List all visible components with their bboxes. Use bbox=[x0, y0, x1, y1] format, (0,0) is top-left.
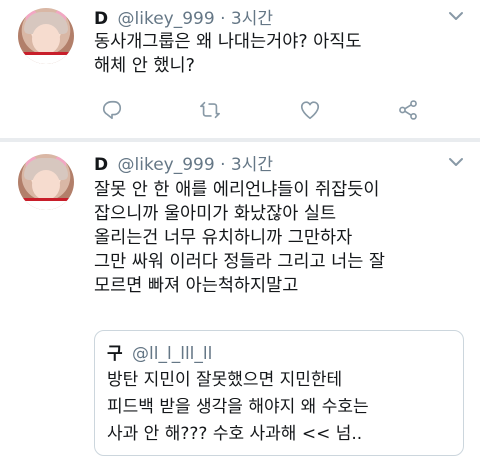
retweet-icon[interactable] bbox=[196, 96, 224, 124]
quoted-username: @ll_l_lll_ll bbox=[132, 344, 213, 364]
tweet[interactable]: D @likey_999 · 3시간 잘못 안 한 애를 에리언냐들이 쥐잡듯이… bbox=[0, 142, 480, 470]
tweet-actions bbox=[90, 96, 430, 124]
timestamp[interactable]: 3시간 bbox=[231, 155, 273, 175]
tweet-header: D @likey_999 · 3시간 bbox=[94, 150, 273, 175]
share-icon[interactable] bbox=[394, 96, 422, 124]
quoted-tweet[interactable]: 구 @ll_l_lll_ll 방탄 지민이 잘못했으면 지민한테 피드백 받을 … bbox=[94, 330, 464, 456]
quoted-tweet-text: 방탄 지민이 잘못했으면 지민한테 피드백 받을 생각을 해야지 왜 수호는 사… bbox=[107, 370, 369, 444]
avatar[interactable] bbox=[18, 8, 74, 64]
avatar-shirt bbox=[22, 52, 70, 64]
display-name[interactable]: D bbox=[94, 155, 108, 175]
tweet[interactable]: D @likey_999 · 3시간 동사개그룹은 왜 나대는거야? 아직도 해… bbox=[0, 0, 480, 138]
chevron-down-icon[interactable] bbox=[446, 6, 466, 26]
heart-icon[interactable] bbox=[296, 96, 324, 124]
quoted-display-name: 구 bbox=[107, 344, 123, 364]
avatar-face bbox=[32, 24, 60, 54]
separator-dot: · bbox=[220, 9, 226, 29]
separator-dot: · bbox=[220, 155, 226, 175]
avatar[interactable] bbox=[18, 154, 74, 210]
avatar-shirt bbox=[22, 198, 70, 210]
display-name[interactable]: D bbox=[94, 9, 108, 29]
chevron-down-icon[interactable] bbox=[446, 152, 466, 172]
tweet-header: D @likey_999 · 3시간 bbox=[94, 4, 273, 29]
tweet-text: 잘못 안 한 애를 에리언냐들이 쥐잡듯이 잡으니까 울아미가 화났잖아 실트 … bbox=[94, 180, 385, 296]
tweet-text: 동사개그룹은 왜 나대는거야? 아직도 해체 안 했니? bbox=[94, 32, 362, 76]
avatar-face bbox=[32, 170, 60, 200]
username[interactable]: @likey_999 bbox=[118, 9, 215, 29]
quoted-tweet-header: 구 @ll_l_lll_ll bbox=[107, 339, 212, 364]
reply-icon[interactable] bbox=[98, 96, 126, 124]
timestamp[interactable]: 3시간 bbox=[231, 9, 273, 29]
username[interactable]: @likey_999 bbox=[118, 155, 215, 175]
